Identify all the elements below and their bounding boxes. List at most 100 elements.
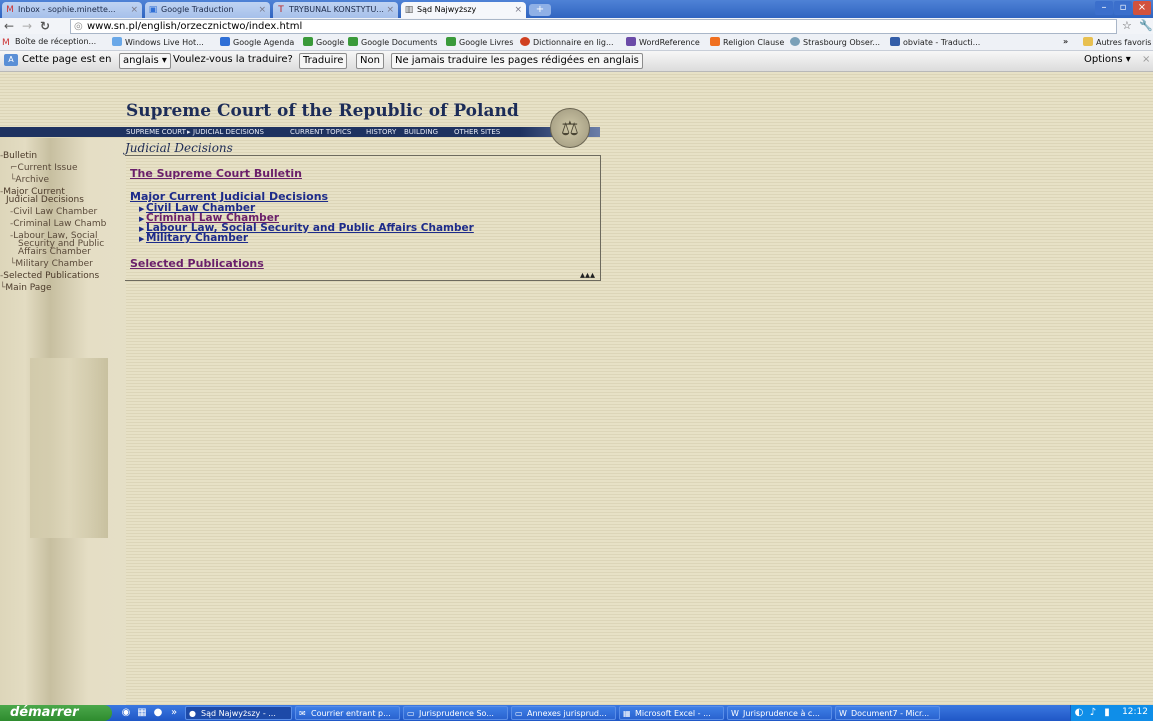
maximize-button[interactable]: ▫ — [1114, 1, 1132, 15]
publications-link[interactable]: Selected Publications — [130, 257, 264, 270]
options-menu[interactable]: Options ▾ — [1084, 54, 1131, 65]
task-courrier[interactable]: ✉ Courrier entrant p... — [295, 706, 400, 720]
nav-supreme-court[interactable]: SUPREME COURT — [126, 128, 186, 136]
bookmark-item[interactable]: Windows Live Hot... — [112, 37, 204, 47]
nav-history[interactable]: HISTORY — [366, 128, 396, 136]
network-icon[interactable]: ◐ — [1073, 707, 1085, 719]
bookmark-item[interactable]: M Boîte de réception... — [2, 37, 96, 48]
task-jurisprudence-ac[interactable]: W Jurisprudence à c... — [727, 706, 832, 720]
close-icon[interactable]: × — [130, 5, 138, 15]
menu-judicial-decisions[interactable]: Judicial Decisions — [6, 196, 84, 205]
menu-criminal-law[interactable]: -Criminal Law Chamb — [10, 220, 106, 229]
language-select[interactable]: anglais ▾ — [119, 53, 171, 69]
reload-button[interactable]: ↻ — [40, 19, 50, 33]
page-icon — [890, 37, 900, 46]
security-icon[interactable]: ▮ — [1101, 707, 1113, 719]
page-heading: Judicial Decisions — [125, 141, 233, 155]
pillar-image — [30, 358, 108, 538]
back-button[interactable]: ← — [4, 19, 14, 33]
bookmark-item[interactable]: Google Documents — [348, 37, 437, 47]
folder-icon: ▭ — [515, 709, 523, 718]
military-link[interactable]: Military Chamber — [146, 232, 248, 244]
tab-gmail[interactable]: M Inbox - sophie.minette... × — [2, 2, 142, 18]
menu-archive[interactable]: └Archive — [10, 176, 49, 185]
chevron-down-icon: ▾ — [161, 55, 167, 66]
close-window-button[interactable]: × — [1133, 1, 1151, 15]
web-page: Supreme Court of the Republic of Poland … — [0, 72, 1153, 705]
no-button[interactable]: Non — [356, 53, 384, 69]
tab-trybunal[interactable]: T TRYBUNAL KONSTYTU... × — [273, 2, 398, 18]
tab-title: TRYBUNAL KONSTYTU... — [289, 5, 384, 14]
chevron-right-icon[interactable]: » — [1063, 37, 1068, 46]
nav-building[interactable]: BUILDING — [404, 128, 438, 136]
desktop-icon[interactable]: ▦ — [136, 707, 148, 719]
bookmark-item[interactable]: obviate - Traducti... — [890, 37, 980, 47]
close-icon[interactable]: × — [258, 5, 266, 15]
mail-icon: ✉ — [299, 709, 306, 718]
google-icon — [348, 37, 358, 46]
url-input[interactable]: ◎ www.sn.pl/english/orzecznictwo/index.h… — [70, 19, 1117, 34]
site-title: Supreme Court of the Republic of Poland — [126, 101, 519, 121]
new-tab-button[interactable]: + — [529, 4, 551, 16]
tab-google-translate[interactable]: ▣ Google Traduction × — [145, 2, 270, 18]
close-icon[interactable]: × — [1142, 54, 1150, 65]
arrow-right-icon: ▶ — [139, 235, 145, 243]
nav-other-sites[interactable]: OTHER SITES — [454, 128, 500, 136]
excel-icon: ▦ — [623, 709, 631, 718]
court-emblem: ⚖ — [550, 108, 590, 148]
task-annexes[interactable]: ▭ Annexes jurisprud... — [511, 706, 616, 720]
nav-judicial-decisions[interactable]: JUDICIAL DECISIONS — [193, 128, 264, 136]
bookmark-item[interactable]: WordReference — [626, 37, 700, 47]
menu-affairs-chamber[interactable]: Affairs Chamber — [18, 248, 91, 257]
volume-icon[interactable]: ♪ — [1087, 707, 1099, 719]
other-bookmarks[interactable]: Autres favoris — [1083, 37, 1151, 47]
menu-main-page[interactable]: └Main Page — [0, 284, 52, 293]
minimize-button[interactable]: – — [1095, 1, 1113, 15]
menu-military[interactable]: └Military Chamber — [10, 260, 93, 269]
bookmark-item[interactable]: Google Livres — [446, 37, 513, 47]
word-icon: W — [731, 709, 739, 718]
close-icon[interactable]: × — [386, 5, 394, 15]
url-text: www.sn.pl/english/orzecznictwo/index.htm… — [87, 21, 303, 32]
nav-current-topics[interactable]: CURRENT TOPICS — [290, 128, 351, 136]
menu-selected-publications[interactable]: -Selected Publications — [0, 272, 99, 281]
bulletin-link[interactable]: The Supreme Court Bulletin — [130, 167, 302, 180]
more-icon[interactable]: ▴▴▴ — [580, 270, 595, 281]
menu-bulletin[interactable]: -Bulletin — [0, 152, 37, 161]
blogger-icon — [710, 37, 720, 46]
task-excel[interactable]: ▦ Microsoft Excel - ... — [619, 706, 724, 720]
task-sad-najwyzszy[interactable]: ● Sąd Najwyższy - ... — [185, 706, 292, 720]
tab-title: Sąd Najwyższy — [417, 5, 477, 14]
chevron-right-icon[interactable]: » — [168, 707, 180, 719]
close-icon[interactable]: × — [514, 5, 522, 15]
scales-icon: ⚖ — [561, 116, 579, 140]
bookmark-item[interactable]: Google Agenda — [220, 37, 294, 47]
ie-icon[interactable]: ◉ — [120, 707, 132, 719]
menu-current-issue[interactable]: ⌐Current Issue — [10, 164, 77, 173]
tab-sad-najwyzszy[interactable]: ▥ Sąd Najwyższy × — [401, 2, 526, 18]
star-icon[interactable]: ☆ — [1122, 19, 1132, 33]
wrench-icon[interactable]: 🔧 — [1139, 19, 1153, 33]
task-jurisprudence-so[interactable]: ▭ Jurisprudence So... — [403, 706, 508, 720]
page-icon: ▥ — [404, 5, 414, 15]
bookmark-item[interactable]: Strasbourg Obser... — [790, 37, 880, 47]
tab-title: Inbox - sophie.minette... — [18, 5, 116, 14]
bookmarks-bar: M Boîte de réception... Windows Live Hot.… — [0, 34, 1153, 51]
bookmark-item[interactable]: Religion Clause — [710, 37, 784, 47]
address-bar: ← → ↻ ◎ www.sn.pl/english/orzecznictwo/i… — [0, 18, 1153, 34]
forward-button[interactable]: → — [22, 19, 32, 33]
never-translate-button[interactable]: Ne jamais traduire les pages rédigées en… — [391, 53, 643, 69]
clock: 12:12 — [1122, 707, 1148, 717]
calendar-icon — [220, 37, 230, 46]
bookmark-item[interactable]: Dictionnaire en lig... — [520, 37, 614, 47]
translate-question: Voulez-vous la traduire? — [173, 54, 293, 65]
translate-prefix: Cette page est en — [22, 54, 112, 65]
task-document7[interactable]: W Document7 - Micr... — [835, 706, 940, 720]
bookmark-item[interactable]: Google — [303, 37, 344, 47]
start-button[interactable]: démarrer — [0, 705, 112, 721]
translate-icon: A — [4, 54, 18, 66]
translate-button[interactable]: Traduire — [299, 53, 348, 69]
system-tray: ◐ ♪ ▮ 12:12 — [1070, 705, 1153, 721]
menu-civil-law[interactable]: -Civil Law Chamber — [10, 208, 97, 217]
chrome-icon[interactable]: ● — [152, 707, 164, 719]
